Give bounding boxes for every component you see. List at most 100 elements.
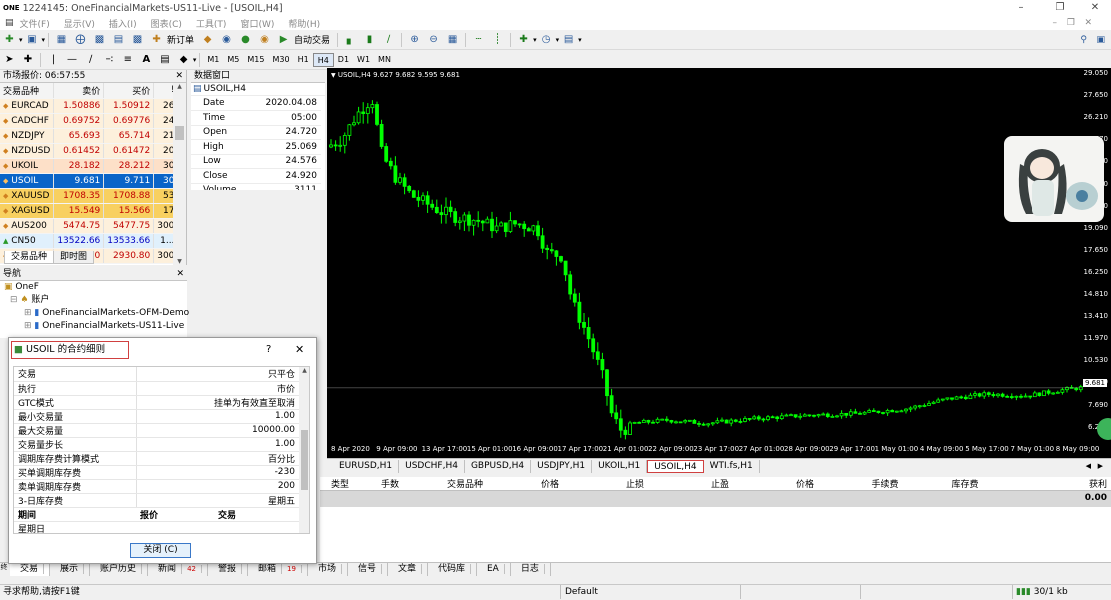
- close-button[interactable]: 关闭 (C): [130, 543, 191, 558]
- expand-icon[interactable]: ⊞: [24, 321, 32, 331]
- vertical-line-icon[interactable]: |: [45, 52, 62, 67]
- channel-icon[interactable]: ∹: [101, 52, 118, 67]
- close-icon[interactable]: ✕: [175, 70, 183, 83]
- market-watch-row[interactable]: ◆ NZDUSD 0.61452 0.61472 20: [0, 143, 179, 159]
- orders-column[interactable]: 库存费: [920, 477, 1010, 490]
- chart-tab[interactable]: GBPUSD,H4: [465, 459, 532, 473]
- timeframe-m1[interactable]: M1: [203, 53, 223, 67]
- metaeditor-icon[interactable]: ◆: [199, 32, 216, 47]
- market-watch-row[interactable]: ◆ USOIL 9.681 9.711 30: [0, 173, 179, 189]
- app-menu-icon[interactable]: ▤: [5, 18, 14, 28]
- search-icon[interactable]: ⚲: [1080, 35, 1087, 45]
- timeframe-m15[interactable]: M15: [243, 53, 268, 67]
- timeframe-h4[interactable]: H4: [312, 52, 334, 67]
- community-icon[interactable]: ▣: [1096, 35, 1105, 45]
- terminal-tab[interactable]: 文章: [388, 563, 428, 576]
- terminal-tab[interactable]: 代码库: [428, 563, 477, 576]
- timeframe-d1[interactable]: D1: [334, 53, 353, 67]
- market-watch-icon[interactable]: ▦: [53, 32, 70, 47]
- terminal-tab[interactable]: 展示: [50, 563, 91, 576]
- terminal-tab[interactable]: 警报: [208, 563, 248, 576]
- orders-column[interactable]: 价格: [760, 477, 850, 490]
- orders-column[interactable]: 手续费: [850, 477, 920, 490]
- text-tool-icon[interactable]: A: [138, 52, 155, 67]
- orders-column[interactable]: 类型: [320, 477, 360, 490]
- horizontal-line-icon[interactable]: —: [64, 52, 81, 67]
- expand-icon[interactable]: ⊞: [24, 308, 32, 318]
- navigator-root[interactable]: ▣ OneF: [4, 281, 187, 294]
- terminal-tab[interactable]: 日志: [511, 563, 551, 576]
- orders-column[interactable]: 手数: [360, 477, 420, 490]
- menu-window[interactable]: 窗口(W): [240, 17, 274, 30]
- terminal-tab[interactable]: 交易: [10, 563, 51, 576]
- chart-tab[interactable]: USDCHF,H4: [399, 459, 465, 473]
- timeframe-m30[interactable]: M30: [268, 53, 293, 67]
- navigator-icon[interactable]: ▩: [91, 32, 108, 47]
- menu-insert[interactable]: 插入(I): [109, 17, 137, 30]
- bar-chart-icon[interactable]: ▖: [342, 32, 359, 47]
- candlestick-icon[interactable]: ▮: [361, 32, 378, 47]
- column-symbol[interactable]: 交易品种: [0, 83, 55, 99]
- orders-column[interactable]: 价格: [510, 477, 590, 490]
- market-watch-row[interactable]: ▲ CN50 13522.66 13533.66 1...: [0, 233, 179, 249]
- menu-file[interactable]: 文件(F): [20, 17, 50, 30]
- line-chart-icon[interactable]: ∕: [380, 32, 397, 47]
- market-watch-row[interactable]: ◆ XAGUSD 15.549 15.566 17: [0, 203, 179, 219]
- menu-chart[interactable]: 图表(C): [151, 17, 182, 30]
- new-order-button[interactable]: 新订单: [167, 33, 194, 46]
- shapes-icon[interactable]: ◆: [175, 52, 192, 67]
- menu-view[interactable]: 显示(V): [64, 17, 95, 30]
- chart-tab[interactable]: WTI.fs,H1: [704, 459, 760, 473]
- chart-tab[interactable]: USDJPY,H1: [531, 459, 593, 473]
- collapse-icon[interactable]: ⊟: [10, 295, 18, 305]
- chart-tab[interactable]: UKOIL,H1: [592, 459, 648, 473]
- autoscroll-icon[interactable]: ┄: [470, 32, 487, 47]
- zoom-in-icon[interactable]: ⊕: [406, 32, 423, 47]
- navigator-account-item[interactable]: ⊞ ▮ OneFinancialMarkets-US11-Live: [4, 320, 187, 333]
- cursor-icon[interactable]: ➤: [1, 52, 18, 67]
- fibonacci-icon[interactable]: ≡: [120, 52, 137, 67]
- tester-icon[interactable]: ▩: [129, 32, 146, 47]
- terminal-tab[interactable]: 市场: [308, 563, 348, 576]
- chart-tab[interactable]: EURUSD,H1: [333, 459, 400, 473]
- crosshair-icon[interactable]: ✚: [20, 52, 37, 67]
- orders-column[interactable]: 止损: [590, 477, 680, 490]
- dialog-close-icon[interactable]: ✕: [295, 343, 304, 356]
- tab-tick-chart[interactable]: 即时图: [53, 251, 95, 264]
- orders-column[interactable]: 止盈: [680, 477, 760, 490]
- auto-trade-button[interactable]: 自动交易: [294, 33, 330, 46]
- terminal-tab[interactable]: 新闻 42: [148, 563, 208, 576]
- new-order-icon[interactable]: ✚: [148, 32, 165, 47]
- minimize-button[interactable]: –: [1006, 0, 1036, 16]
- timeframe-w1[interactable]: W1: [353, 53, 374, 67]
- orders-column[interactable]: 获利: [1010, 477, 1111, 490]
- terminal-tab[interactable]: 信号: [348, 563, 388, 576]
- menu-tools[interactable]: 工具(T): [196, 17, 227, 30]
- market-watch-row[interactable]: ◆ EURCAD 1.50886 1.50912 26: [0, 98, 179, 114]
- dialog-scrollbar[interactable]: ▲: [299, 367, 309, 533]
- profiles-icon[interactable]: ▣: [24, 32, 41, 47]
- mdi-close-button[interactable]: ✕: [1084, 18, 1092, 28]
- terminal-tab[interactable]: EA: [477, 563, 511, 576]
- navigator-accounts[interactable]: ⊟ ♠ 账户: [4, 294, 187, 307]
- indicators-icon[interactable]: ✚: [515, 32, 532, 47]
- tabs-right-icon[interactable]: ▶: [1092, 460, 1109, 473]
- timeframe-h1[interactable]: H1: [294, 53, 313, 67]
- chart-shift-icon[interactable]: ┊: [489, 32, 506, 47]
- price-chart[interactable]: ▼ USOIL,H4 9.627 9.682 9.595 9.681 29.05…: [327, 68, 1111, 458]
- templates-icon[interactable]: ▤: [560, 32, 577, 47]
- tile-windows-icon[interactable]: ▦: [444, 32, 461, 47]
- close-icon[interactable]: ✕: [176, 268, 184, 281]
- market-watch-row[interactable]: ◆ NZDJPY 65.693 65.714 21: [0, 128, 179, 144]
- timeframe-mn[interactable]: MN: [374, 53, 395, 67]
- menu-help[interactable]: 帮助(H): [288, 17, 320, 30]
- data-window-icon[interactable]: ⨁: [72, 32, 89, 47]
- terminal-icon[interactable]: ▤: [110, 32, 127, 47]
- market-watch-row[interactable]: ◆ CADCHF 0.69752 0.69776 24: [0, 113, 179, 129]
- new-chart-icon[interactable]: ✚: [1, 32, 18, 47]
- mdi-minimize-button[interactable]: –: [1053, 18, 1058, 28]
- market-watch-row[interactable]: ◆ UKOIL 28.182 28.212 30: [0, 158, 179, 174]
- column-bid[interactable]: 卖价: [53, 83, 105, 99]
- zoom-out-icon[interactable]: ⊖: [425, 32, 442, 47]
- navigator-account-item[interactable]: ⊞ ▮ OneFinancialMarkets-OFM-Demo: [4, 307, 189, 320]
